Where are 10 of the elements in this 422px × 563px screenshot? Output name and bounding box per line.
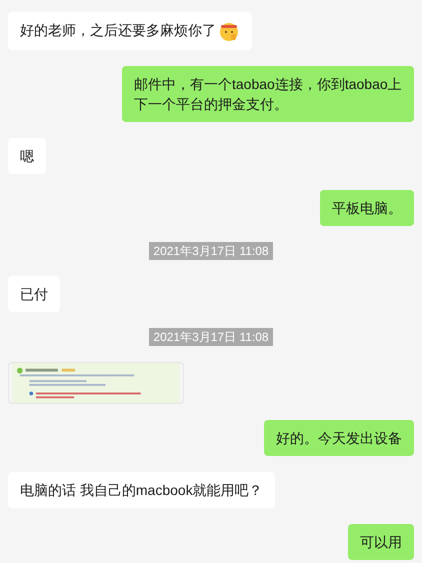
message-bubble: 好的。今天发出设备 (264, 420, 414, 456)
message-bubble: 好的老师，之后还要多麻烦你了 (8, 12, 252, 50)
message-bubble: 电脑的话 我自己的macbook就能用吧？ (8, 472, 275, 508)
message-bubble: 已付 (8, 276, 60, 312)
message-bubble: 嗯 (8, 138, 46, 174)
timestamp: 2021年3月17日 11:08 (149, 242, 273, 260)
message-bubble: 邮件中，有一个taobao连接，你到taobao上下一个平台的押金支付。 (122, 66, 414, 122)
timestamp: 2021年3月17日 11:08 (149, 328, 273, 346)
message-bubble: 可以用 (348, 524, 414, 560)
message-bubble: 平板电脑。 (320, 190, 414, 226)
